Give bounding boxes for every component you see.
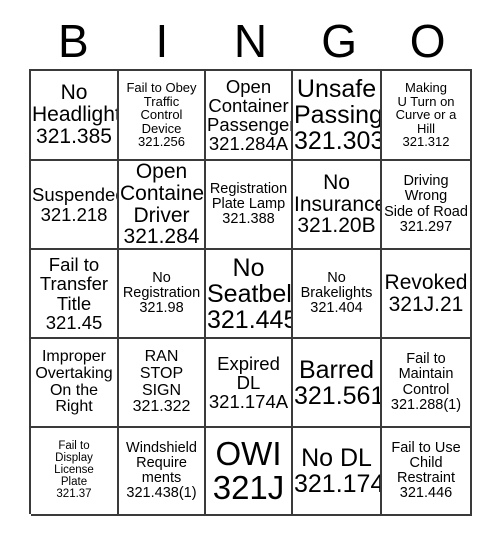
cell-code: 321.45 (45, 311, 103, 333)
bingo-cell[interactable]: Suspended 321.218 (31, 161, 119, 250)
bingo-cell[interactable]: No Insurance 321.20B (293, 161, 382, 250)
header-letter-b: B (57, 15, 89, 67)
cell-code: 321.388 (222, 211, 275, 228)
bingo-cell[interactable]: Fail to Transfer Title 321.45 (31, 250, 119, 339)
cell-label: No DL (301, 444, 372, 472)
bingo-cell[interactable]: Making U Turn on Curve or a Hill 321.312 (382, 71, 472, 161)
cell-label: Revoked (384, 270, 468, 294)
cell-label: No Registration (122, 269, 201, 301)
bingo-cell[interactable]: RAN STOP SIGN 321.322 (119, 339, 206, 428)
cell-code: 321.303 (294, 127, 382, 155)
cell-code: 321.561 (294, 381, 382, 410)
cell-code: 321.385 (36, 124, 112, 148)
cell-label: Registration Plate Lamp (209, 180, 288, 212)
bingo-cell[interactable]: Fail to Use Child Restraint 321.446 (382, 428, 472, 516)
bingo-cell[interactable]: Registration Plate Lamp 321.388 (206, 161, 293, 250)
cell-label: No Headlights (32, 81, 117, 127)
bingo-cell[interactable]: Unsafe Passing 321.303 (293, 71, 382, 161)
bingo-cell[interactable]: Driving Wrong Side of Road 321.297 (382, 161, 472, 250)
cell-label: Suspended (32, 184, 119, 206)
cell-label: Expired DL (217, 352, 280, 393)
bingo-cell[interactable]: Expired DL 321.174A (206, 339, 293, 428)
cell-label: Open Container Passenger (207, 75, 293, 135)
header-letter-g: G (321, 15, 357, 67)
cell-code: 321.438(1) (126, 485, 197, 502)
bingo-cell[interactable]: No Seatbelt 321.445 (206, 250, 293, 339)
bingo-cell[interactable]: Windshield Require ments 321.438(1) (119, 428, 206, 516)
cell-code: 321.174 (294, 470, 382, 498)
bingo-cell[interactable]: No Headlights 321.385 (31, 71, 119, 161)
cell-label: Open Container Driver (120, 161, 206, 227)
cell-label: No Insurance (294, 170, 382, 216)
cell-label: No Seatbelt (207, 253, 293, 308)
cell-label: Driving Wrong Side of Road (384, 173, 468, 220)
bingo-cell[interactable]: Open Container Driver 321.284 (119, 161, 206, 250)
bingo-cell[interactable]: No DL 321.174 (293, 428, 382, 516)
cell-code: 321J.21 (388, 292, 464, 316)
bingo-cell[interactable]: Barred 321.561 (293, 339, 382, 428)
cell-code: 321.288(1) (390, 396, 462, 413)
cell-label: OWI (215, 434, 282, 472)
cell-code: 321.20B (297, 214, 376, 238)
bingo-cell[interactable]: No Brakelights 321.404 (293, 250, 382, 339)
header-letter-n: N (233, 15, 268, 67)
header-letter-i: I (155, 15, 169, 67)
cell-label: RAN STOP SIGN (139, 348, 184, 399)
cell-label: Unsafe Passing (294, 75, 382, 129)
cell-code: 321.284 (123, 225, 200, 249)
bingo-grid: No Headlights 321.385 Fail to Obey Traff… (29, 69, 472, 516)
cell-code: 321.445 (207, 305, 293, 334)
bingo-header: B I N G O (29, 14, 472, 68)
cell-code: 321.322 (132, 398, 191, 416)
header-letter-o: O (409, 15, 446, 67)
cell-code: 321.297 (399, 218, 453, 235)
cell-label: Fail to Obey Traffic Control Device (126, 80, 197, 136)
cell-label: Fail to Use Child Restraint (391, 439, 461, 486)
cell-label: Improper Overtaking On the Right (35, 348, 113, 416)
bingo-cell[interactable]: No Registration 321.98 (119, 250, 206, 339)
cell-code: 321J (212, 469, 285, 506)
cell-label: Making U Turn on Curve or a Hill (395, 80, 457, 136)
cell-label: No Brakelights (300, 269, 373, 301)
cell-code: 321.37 (56, 487, 92, 500)
bingo-cell[interactable]: Fail to Maintain Control 321.288(1) (382, 339, 472, 428)
bingo-cell[interactable]: Improper Overtaking On the Right (31, 339, 119, 428)
cell-code: 321.284A (208, 133, 289, 155)
cell-code: 321.218 (40, 203, 108, 225)
cell-label: Fail to Maintain Control (398, 351, 454, 398)
cell-code: 321.98 (139, 300, 184, 317)
bingo-card: B I N G O No Headlights 321.385 Fail to … (0, 0, 500, 544)
bingo-cell[interactable]: Open Container Passenger 321.284A (206, 71, 293, 161)
bingo-cell[interactable]: Revoked 321J.21 (382, 250, 472, 339)
cell-code: 321.312 (402, 134, 450, 150)
cell-code: 321.256 (138, 134, 185, 150)
cell-code: 321.446 (399, 485, 453, 502)
bingo-cell[interactable]: OWI 321J (206, 428, 293, 516)
cell-code: 321.404 (310, 300, 363, 317)
cell-code: 321.174A (208, 391, 289, 413)
cell-label: Windshield Require ments (126, 439, 197, 486)
cell-label: Fail to Transfer Title (39, 254, 109, 314)
cell-label: Barred (298, 355, 375, 384)
bingo-cell[interactable]: Fail to Display License Plate 321.37 (31, 428, 119, 516)
cell-label: Fail to Display License Plate (54, 440, 94, 488)
bingo-cell[interactable]: Fail to Obey Traffic Control Device 321.… (119, 71, 206, 161)
